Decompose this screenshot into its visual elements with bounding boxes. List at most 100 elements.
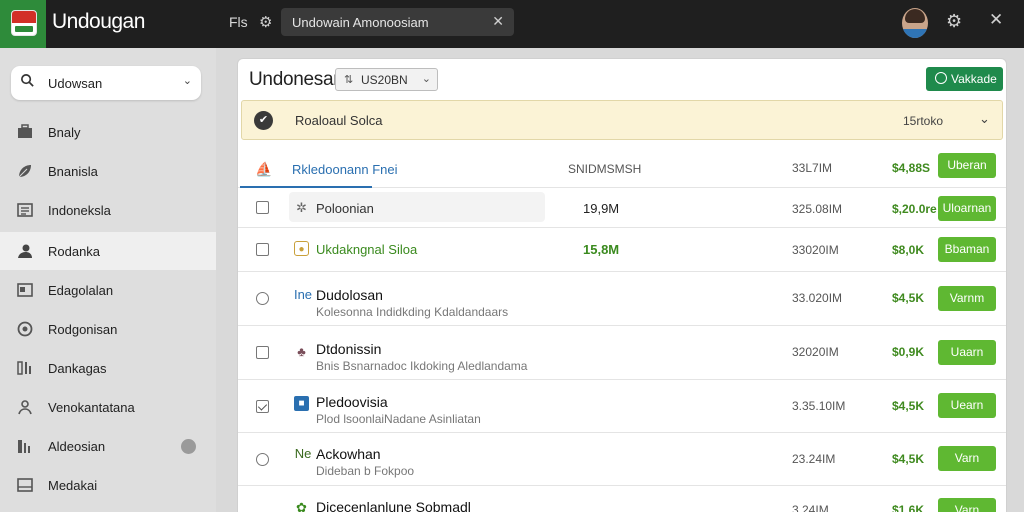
- sidebar-item-label: Bnanisla: [48, 164, 98, 179]
- app-logo[interactable]: [0, 0, 46, 48]
- sidebar-item-label: Venokantatana: [48, 400, 135, 415]
- header-name[interactable]: Rkledoonann Fnei: [292, 162, 398, 177]
- currency-dropdown[interactable]: ⇅ US20BN ⌄: [335, 68, 438, 91]
- lock-icon: ●: [294, 241, 309, 256]
- main-panel: Undonesan ⇅ US20BN ⌄ Vakkade ✔ Roaloaul …: [237, 58, 1007, 512]
- document-tab[interactable]: Undowain Amonoosiam ✕: [281, 8, 514, 36]
- row-name: Dtdonissin: [316, 341, 382, 357]
- sidebar-item-label: Aldeosian: [48, 439, 106, 454]
- row-radio[interactable]: [256, 292, 269, 305]
- swap-icon: ⇅: [344, 74, 354, 86]
- row-value: 33.020IM: [792, 291, 843, 305]
- row-value: 33020IM: [792, 243, 839, 257]
- row-checkbox[interactable]: [256, 346, 269, 359]
- globe-icon: [17, 321, 33, 337]
- row-name: Pledoovisia: [316, 394, 388, 410]
- table-row[interactable]: Ine Dudolosan Kolesonna Indidkding Kdald…: [238, 272, 1006, 326]
- row-action-button[interactable]: Varn: [938, 446, 996, 471]
- sidebar-item-aldeosian[interactable]: Aldeosian: [0, 427, 216, 465]
- table-row[interactable]: ● Ukdakngnal Siloa 15,8M 33020IM $8,0K B…: [238, 228, 1006, 272]
- row-name: Dudolosan: [316, 287, 383, 303]
- gear-icon[interactable]: ⚙: [946, 11, 962, 32]
- row-radio[interactable]: [256, 453, 269, 466]
- page-title: Undonesan: [249, 69, 344, 90]
- check-icon: ✔: [254, 111, 273, 130]
- row-action-button[interactable]: Varn: [938, 498, 996, 512]
- row-value: 33L7IM: [792, 161, 833, 175]
- row-price: $8,0K: [892, 243, 925, 257]
- notice-text: Roaloaul Solca: [295, 113, 383, 128]
- row-name: Ackowhan: [316, 446, 381, 462]
- row-subtitle: Bnis Bsnarnadoc Ikdoking Aledlandama: [316, 359, 528, 373]
- row-price: $,20.0re: [892, 202, 937, 216]
- sidebar: Udowsan ⌄ Bnaly Bnanisla Indoneksla Roda…: [0, 48, 216, 512]
- table-row[interactable]: Ne Ackowhan Dideban b Fokpoo 23.24IM $4,…: [238, 433, 1006, 486]
- row-name: Ukdakngnal Siloa: [316, 242, 418, 257]
- sidebar-item-rodanka[interactable]: Rodanka: [0, 232, 216, 270]
- sidebar-item-medakai[interactable]: Medakai: [0, 466, 216, 504]
- header-column: SNIDMSMSH: [568, 162, 642, 176]
- settings-small-icon[interactable]: ⚙: [259, 13, 272, 31]
- table-row[interactable]: ♣ Dtdonissin Bnis Bsnarnadoc Ikdoking Al…: [238, 326, 1006, 380]
- row-prefix: Ne: [294, 446, 312, 461]
- row-value: 325.08IM: [792, 202, 843, 216]
- row-action-button[interactable]: Varnm: [938, 286, 996, 311]
- sidebar-item-dankagas[interactable]: Dankagas: [0, 349, 216, 387]
- row-price: $4,5K: [892, 291, 925, 305]
- tag-icon: ♣: [297, 344, 306, 359]
- sidebar-item-edagolalan[interactable]: Edagolalan: [0, 271, 216, 309]
- chevron-down-icon[interactable]: ⌄: [979, 111, 990, 127]
- row-checkbox[interactable]: [256, 400, 269, 413]
- row-value: 3.35.10IM: [792, 399, 846, 413]
- sidebar-item-bnanisla[interactable]: Bnanisla: [0, 152, 216, 190]
- chart-icon: [18, 440, 30, 453]
- row-value: 32020IM: [792, 345, 839, 359]
- file-menu[interactable]: Fls: [229, 14, 248, 30]
- card-icon: [17, 283, 33, 297]
- notice-bar[interactable]: ✔ Roaloaul Solca 15rtoko ⌄: [241, 100, 1003, 140]
- table-row[interactable]: ✲ Poloonian 19,9M 325.08IM $,20.0re Uloa…: [238, 188, 1006, 228]
- table-row[interactable]: ✿ Dicecenlanlune Sobmadl 3.24IM $1,6K Va…: [238, 486, 1006, 512]
- sidebar-item-indoneksla[interactable]: Indoneksla: [0, 191, 216, 229]
- chevron-down-icon[interactable]: ⌄: [183, 74, 192, 87]
- table-row[interactable]: ■ Pledoovisia Plod lsoonlaiNadane Asinli…: [238, 380, 1006, 433]
- row-price: $4,5K: [892, 452, 925, 466]
- tab-close-icon[interactable]: ✕: [492, 13, 504, 30]
- search-input[interactable]: Udowsan ⌄: [11, 66, 201, 100]
- sidebar-item-rodgonisan[interactable]: Rodgonisan: [0, 310, 216, 348]
- row-action-button[interactable]: Uloarnan: [938, 196, 996, 221]
- row-checkbox[interactable]: [256, 201, 269, 214]
- sidebar-item-venokantatana[interactable]: Venokantatana: [0, 388, 216, 426]
- validate-button[interactable]: Vakkade: [926, 67, 1003, 91]
- check-circle-icon: [935, 72, 947, 84]
- plant-icon: ✿: [296, 500, 307, 512]
- row-qty: 19,9M: [583, 201, 620, 216]
- row-price: $0,9K: [892, 345, 925, 359]
- row-value: 3.24IM: [792, 503, 829, 512]
- row-action-button[interactable]: Uberan: [938, 153, 996, 178]
- file-icon: [17, 478, 33, 492]
- row-checkbox[interactable]: [256, 243, 269, 256]
- person-icon: [18, 400, 32, 415]
- sidebar-item-label: Rodanka: [48, 244, 101, 259]
- row-action-button[interactable]: Bbaman: [938, 237, 996, 262]
- document-icon: [17, 203, 33, 217]
- briefcase-icon: [18, 124, 32, 138]
- puzzle-icon: ✲: [296, 200, 307, 215]
- row-name: Poloonian: [316, 201, 374, 216]
- row-subtitle: Dideban b Fokpoo: [316, 464, 415, 478]
- sidebar-item-label: Indoneksla: [48, 203, 111, 218]
- row-price: $1,6K: [892, 503, 925, 512]
- row-qty: 15,8M: [583, 242, 620, 257]
- row-action-button[interactable]: Uaarn: [938, 340, 996, 365]
- row-price: $4,5K: [892, 399, 925, 413]
- row-value: 23.24IM: [792, 452, 836, 466]
- row-price: $4,88S: [892, 161, 931, 175]
- validate-label: Vakkade: [951, 72, 997, 86]
- sidebar-item-bnaly[interactable]: Bnaly: [0, 113, 216, 151]
- row-action-button[interactable]: Uearn: [938, 393, 996, 418]
- table-header-row[interactable]: ⛵ Rkledoonann Fnei SNIDMSMSH 33L7IM $4,8…: [238, 145, 1006, 188]
- avatar[interactable]: [902, 8, 928, 38]
- sidebar-item-label: Medakai: [48, 478, 98, 493]
- close-icon[interactable]: ✕: [989, 10, 1003, 30]
